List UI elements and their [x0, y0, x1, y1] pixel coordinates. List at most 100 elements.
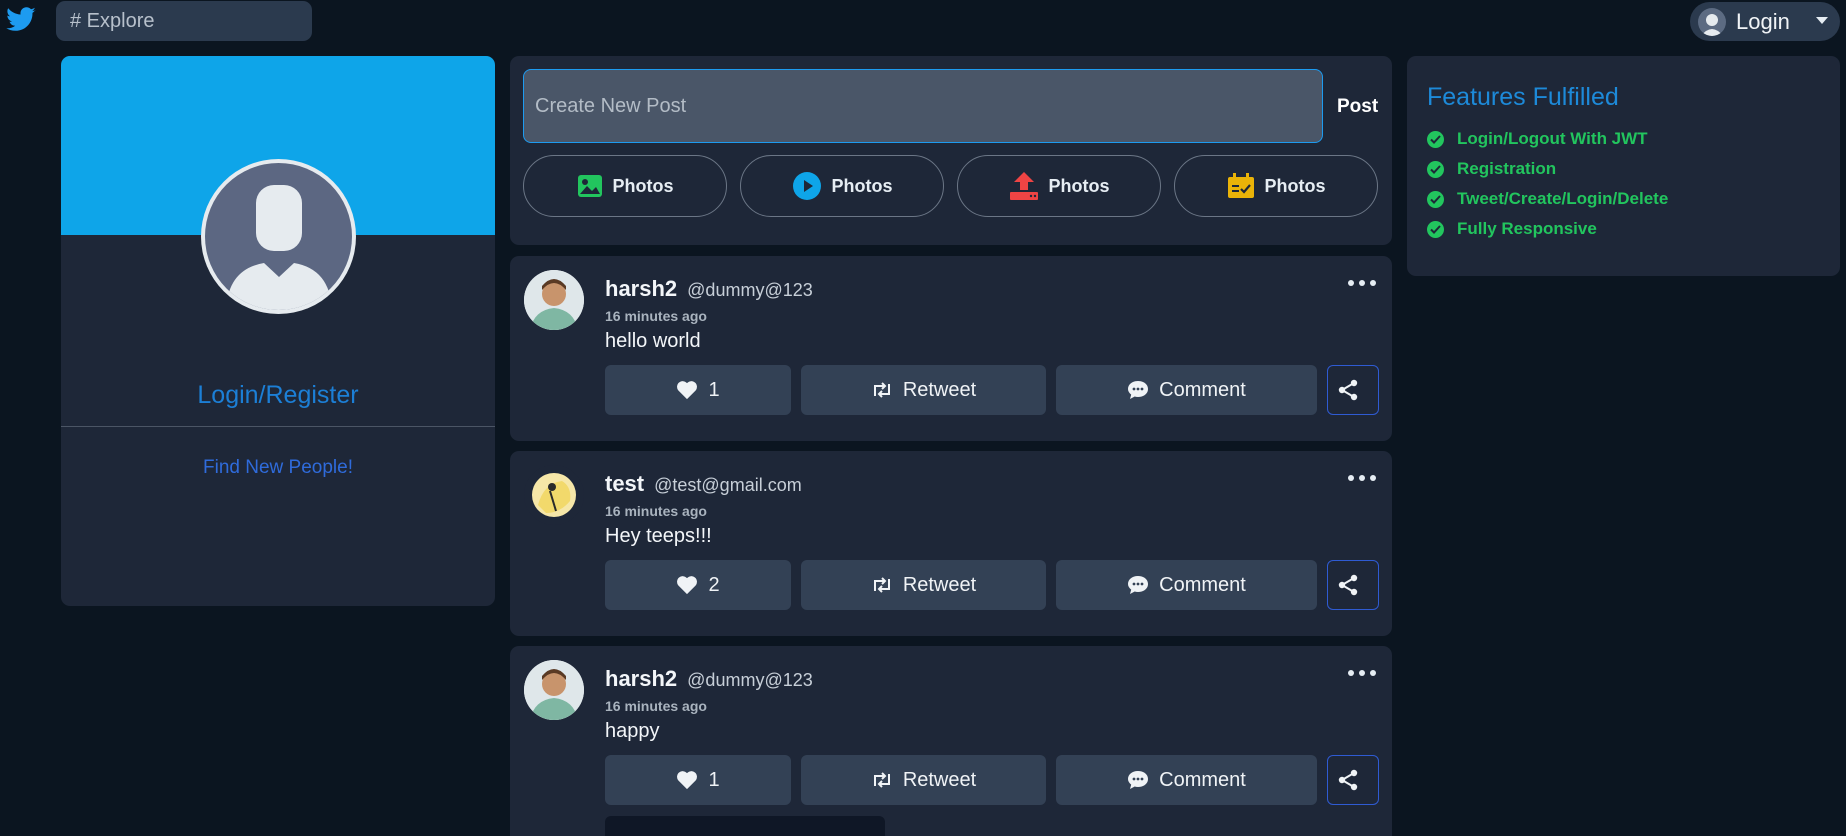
tweet-timestamp: 16 minutes ago: [605, 503, 707, 519]
retweet-label: Retweet: [902, 573, 977, 596]
upload-icon: [1009, 172, 1038, 200]
tweet-timestamp: 16 minutes ago: [605, 698, 707, 714]
video-button[interactable]: Photos: [740, 155, 944, 217]
like-button[interactable]: 1: [605, 365, 791, 415]
login-label: Login: [1736, 8, 1790, 34]
post-button[interactable]: Post: [1337, 96, 1378, 118]
comment-button[interactable]: Comment: [1056, 560, 1317, 610]
top-bar: Login: [0, 0, 1846, 48]
avatar[interactable]: [524, 270, 584, 330]
schedule-button-label: Photos: [1264, 175, 1326, 196]
tweet-author[interactable]: harsh2 @dummy@123: [605, 666, 813, 692]
create-post-input[interactable]: [523, 69, 1323, 143]
tweet-author[interactable]: harsh2 @dummy@123: [605, 276, 813, 302]
tweet-text: hello world: [605, 330, 701, 352]
retweet-label: Retweet: [902, 378, 977, 401]
avatar[interactable]: [524, 660, 584, 720]
retweet-icon: [873, 772, 890, 788]
comment-button[interactable]: Comment: [1056, 365, 1317, 415]
share-button[interactable]: [1327, 755, 1379, 805]
feature-label: Tweet/Create/Login/Delete: [1457, 189, 1669, 208]
search-input[interactable]: [56, 1, 312, 41]
like-count: 1: [708, 378, 720, 401]
like-button[interactable]: 1: [605, 755, 791, 805]
check-circle-icon: [1427, 220, 1444, 238]
tweet-card: harsh2 @dummy@123 16 minutes ago hello wo…: [510, 256, 1392, 441]
retweet-button[interactable]: Retweet: [801, 560, 1046, 610]
heart-icon: [677, 576, 698, 595]
tweet-card: test @test@gmail.com 16 minutes ago Hey t…: [510, 451, 1392, 636]
profile-avatar: [201, 159, 356, 314]
share-button[interactable]: [1327, 365, 1379, 415]
author-handle: @test@gmail.com: [654, 475, 802, 495]
share-icon: [1338, 574, 1358, 596]
heart-icon: [677, 771, 698, 790]
features-card: Features Fulfilled Login/Logout With JWT…: [1407, 56, 1840, 276]
feature-item: Fully Responsive: [1427, 219, 1597, 239]
feature-label: Fully Responsive: [1457, 219, 1597, 238]
photos-button[interactable]: Photos: [523, 155, 727, 217]
divider: [61, 426, 495, 427]
feature-item: Tweet/Create/Login/Delete: [1427, 189, 1668, 209]
tweet-text: happy: [605, 720, 660, 742]
photos-button-label: Photos: [612, 175, 674, 196]
feature-label: Registration: [1457, 159, 1557, 178]
caret-down-icon: [1816, 17, 1828, 24]
more-options-icon[interactable]: [1348, 276, 1376, 290]
upload-button-label: Photos: [1048, 175, 1110, 196]
find-new-people-link[interactable]: Find New People!: [61, 457, 495, 479]
check-circle-icon: [1427, 130, 1444, 148]
twitter-logo-icon[interactable]: [4, 4, 38, 36]
heart-icon: [677, 381, 698, 400]
image-icon: [577, 175, 602, 197]
comment-icon: [1128, 576, 1149, 594]
calendar-check-icon: [1227, 173, 1254, 198]
feature-item: Registration: [1427, 159, 1556, 179]
tweet-text: Hey teeps!!!: [605, 525, 712, 547]
comment-label: Comment: [1159, 768, 1246, 791]
check-circle-icon: [1427, 190, 1444, 208]
share-icon: [1338, 379, 1358, 401]
tweet-card: harsh2 @dummy@123 16 minutes ago happy 1 …: [510, 646, 1392, 836]
more-options-icon[interactable]: [1348, 471, 1376, 485]
login-register-link[interactable]: Login/Register: [61, 381, 495, 410]
like-count: 2: [708, 573, 720, 596]
comment-icon: [1128, 771, 1149, 789]
play-circle-icon: [792, 172, 821, 200]
login-dropdown-button[interactable]: Login: [1690, 2, 1840, 41]
like-count: 1: [708, 768, 720, 791]
retweet-icon: [873, 577, 890, 593]
retweet-button[interactable]: Retweet: [801, 365, 1046, 415]
comment-label: Comment: [1159, 378, 1246, 401]
more-options-icon[interactable]: [1348, 666, 1376, 680]
share-button[interactable]: [1327, 560, 1379, 610]
author-name: test: [605, 471, 645, 496]
share-icon: [1338, 769, 1358, 791]
comment-label: Comment: [1159, 573, 1246, 596]
author-name: harsh2: [605, 276, 678, 301]
features-title: Features Fulfilled: [1427, 83, 1619, 111]
retweet-label: Retweet: [902, 768, 977, 791]
user-avatar-icon: [1698, 7, 1726, 36]
check-circle-icon: [1427, 160, 1444, 178]
profile-card: Login/Register Find New People!: [61, 56, 495, 606]
feature-label: Login/Logout With JWT: [1457, 129, 1648, 148]
author-handle: @dummy@123: [687, 280, 813, 300]
comment-button[interactable]: Comment: [1056, 755, 1317, 805]
like-button[interactable]: 2: [605, 560, 791, 610]
author-handle: @dummy@123: [687, 670, 813, 690]
create-post-card: Post Photos Photos Photos Photos: [510, 56, 1392, 245]
avatar[interactable]: [524, 465, 584, 525]
author-name: harsh2: [605, 666, 678, 691]
retweet-icon: [873, 382, 890, 398]
tweet-timestamp: 16 minutes ago: [605, 308, 707, 324]
comment-icon: [1128, 381, 1149, 399]
default-user-silhouette-icon: [225, 185, 332, 310]
tweet-author[interactable]: test @test@gmail.com: [605, 471, 802, 497]
schedule-button[interactable]: Photos: [1174, 155, 1378, 217]
upload-button[interactable]: Photos: [957, 155, 1161, 217]
feature-item: Login/Logout With JWT: [1427, 129, 1648, 149]
video-button-label: Photos: [831, 175, 893, 196]
tweet-media-preview[interactable]: [605, 816, 885, 836]
retweet-button[interactable]: Retweet: [801, 755, 1046, 805]
